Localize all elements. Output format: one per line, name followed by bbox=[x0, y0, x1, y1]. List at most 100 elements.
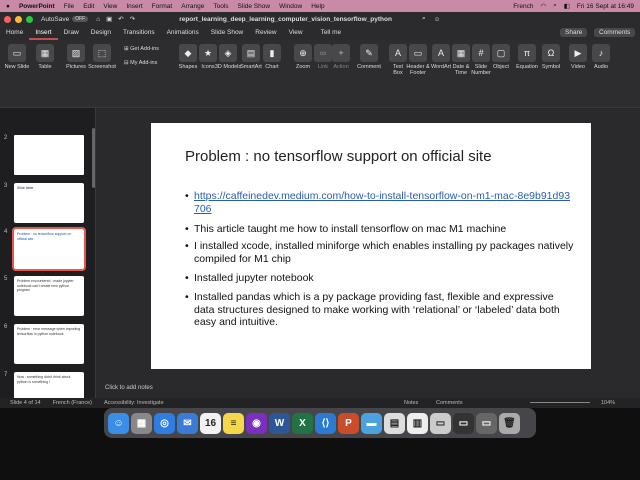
dock-folder-icon[interactable]: ▬ bbox=[361, 412, 382, 434]
slide-title[interactable]: Problem : no tensorflow support on offic… bbox=[185, 148, 492, 165]
dock-vscode-icon[interactable]: ⟨⟩ bbox=[315, 412, 336, 434]
menu-tools[interactable]: Tools bbox=[213, 3, 228, 10]
autosave-label: AutoSave bbox=[41, 15, 70, 23]
slide-thumbnail-6[interactable]: Problem : error message when importing t… bbox=[14, 324, 84, 364]
wifi-icon[interactable]: ◠ bbox=[540, 2, 546, 10]
slide-thumbnail-5[interactable]: Problem encountered : made jupyter noteb… bbox=[14, 276, 84, 316]
menu-edit[interactable]: Edit bbox=[83, 3, 94, 10]
search-icon-title[interactable]: ⌕ bbox=[422, 15, 426, 23]
comments-button[interactable]: Comments bbox=[594, 28, 636, 37]
bullet-installed-xcode[interactable]: • I installed xcode, installed miniforge … bbox=[185, 240, 575, 265]
zoom-slider[interactable] bbox=[530, 402, 590, 403]
home-icon[interactable]: ⌂ bbox=[96, 16, 100, 23]
dock-powerpoint-icon[interactable]: P bbox=[338, 412, 359, 434]
tab-insert[interactable]: Insert bbox=[29, 26, 58, 40]
bullet-pandas[interactable]: • Installed pandas which is a py package … bbox=[185, 291, 575, 329]
tab-slide-show[interactable]: Slide Show bbox=[205, 26, 250, 40]
symbol-icon: Ω bbox=[542, 44, 560, 62]
tab-home[interactable]: Home bbox=[0, 26, 29, 40]
tell-me-search[interactable]: Tell me bbox=[315, 26, 348, 40]
menu-view[interactable]: View bbox=[103, 3, 117, 10]
app-menu[interactable]: PowerPoint bbox=[19, 3, 55, 10]
menu-format[interactable]: Format bbox=[152, 3, 173, 10]
tab-animations[interactable]: Animations bbox=[161, 26, 205, 40]
bullet-article[interactable]: • This article taught me how to install t… bbox=[185, 223, 575, 236]
bullet-jupyter[interactable]: • Installed jupyter notebook bbox=[185, 272, 575, 285]
menu-slide-show[interactable]: Slide Show bbox=[238, 3, 271, 10]
dock-safari-icon[interactable]: ◎ bbox=[154, 412, 175, 434]
tab-review[interactable]: Review bbox=[249, 26, 282, 40]
redo-icon[interactable]: ↷ bbox=[130, 15, 135, 23]
minimize-icon[interactable] bbox=[15, 15, 22, 23]
menu-help[interactable]: Help bbox=[311, 3, 324, 10]
save-icon[interactable]: ▣ bbox=[106, 15, 112, 23]
search-icon[interactable]: ⌕ bbox=[553, 2, 557, 10]
share-button[interactable]: Share bbox=[560, 28, 588, 37]
menu-arrange[interactable]: Arrange bbox=[181, 3, 204, 10]
menu-insert[interactable]: Insert bbox=[126, 3, 142, 10]
get-addins-button[interactable]: ⊞ Get Add-ins bbox=[124, 46, 174, 52]
dock-preview-icon[interactable]: ▤ bbox=[384, 412, 405, 434]
slide-thumbnail-4-selected[interactable]: Problem : no tensorflow support on offic… bbox=[12, 227, 86, 271]
maximize-icon[interactable] bbox=[26, 15, 33, 23]
chart-icon: ▮ bbox=[263, 44, 281, 62]
dock-excel-icon[interactable]: X bbox=[292, 412, 313, 434]
language-indicator[interactable]: French bbox=[513, 3, 533, 10]
undo-icon[interactable]: ↶ bbox=[118, 15, 123, 23]
bullet-link[interactable]: • https://caffeinedev.medium.com/how-to-i… bbox=[185, 190, 575, 215]
comment-button[interactable]: ✎ Comment bbox=[354, 44, 384, 70]
table-button[interactable]: ▦ Table bbox=[30, 44, 60, 70]
comments-toggle[interactable]: Comments bbox=[436, 400, 463, 406]
chart-button[interactable]: ▮ Chart bbox=[257, 44, 287, 70]
zoom-level[interactable]: 104% bbox=[601, 400, 615, 406]
audio-button[interactable]: ♪ Audio bbox=[586, 44, 616, 70]
accessibility-status[interactable]: Accessibility: Investigate bbox=[104, 400, 164, 406]
object-icon: ▢ bbox=[492, 44, 510, 62]
notes-placeholder[interactable]: Click to add notes bbox=[96, 381, 640, 396]
dock-launchpad-icon[interactable]: ▦ bbox=[131, 412, 152, 434]
tab-view[interactable]: View bbox=[283, 26, 309, 40]
slide-counter: Slide 4 of 14 bbox=[10, 400, 41, 406]
my-addins-button[interactable]: ⊟ My Add-ins bbox=[124, 60, 174, 66]
dock-window3-icon[interactable]: ▭ bbox=[476, 412, 497, 434]
notes-toggle[interactable]: Notes bbox=[404, 400, 418, 406]
menu-window[interactable]: Window bbox=[279, 3, 302, 10]
slide-thumbnail-3[interactable]: Slide table bbox=[14, 183, 84, 223]
symbol-button[interactable]: Ω Symbol bbox=[536, 44, 566, 70]
tab-transitions[interactable]: Transitions bbox=[117, 26, 161, 40]
clock[interactable]: Fri 16 Sept at 16:49 bbox=[577, 3, 634, 10]
status-bar: Slide 4 of 14 French (France) Accessibil… bbox=[0, 398, 640, 408]
dock-calendar-icon[interactable]: 16 bbox=[200, 412, 221, 434]
dock-doc-icon[interactable]: ▥ bbox=[407, 412, 428, 434]
dock: ☺ ▦ ◎ ✉ 16 ≡ ◉ W X ⟨⟩ P ▬ ▤ ▥ ▭ ▭ ▭ 🗑 bbox=[104, 408, 536, 438]
thumbnail-scrollbar[interactable] bbox=[92, 128, 95, 188]
document-title: report_learning_deep_learning_computer_v… bbox=[179, 15, 392, 23]
action-button[interactable]: ✦ Action bbox=[326, 44, 356, 70]
language-status[interactable]: French (France) bbox=[53, 400, 92, 406]
screenshot-button[interactable]: ⬚ Screenshot bbox=[87, 44, 117, 70]
dock-word-icon[interactable]: W bbox=[269, 412, 290, 434]
dock-finder-icon[interactable]: ☺ bbox=[108, 412, 129, 434]
account-icon[interactable]: ☺ bbox=[434, 16, 441, 23]
video-icon: ▶ bbox=[569, 44, 587, 62]
close-icon[interactable] bbox=[4, 15, 11, 23]
dock-notes-icon[interactable]: ≡ bbox=[223, 412, 244, 434]
slide-thumbnails-pane[interactable]: 2 3 Slide table Why did we install tenso… bbox=[0, 108, 96, 398]
dock-window2-icon[interactable]: ▭ bbox=[453, 412, 474, 434]
tab-design[interactable]: Design bbox=[85, 26, 117, 40]
dock-github-icon[interactable]: ◉ bbox=[246, 412, 267, 434]
control-center-icon[interactable]: ◧ bbox=[564, 2, 570, 10]
slide-content[interactable]: Problem : no tensorflow support on offic… bbox=[151, 123, 591, 369]
dock-window1-icon[interactable]: ▭ bbox=[430, 412, 451, 434]
3d-icon: ◈ bbox=[219, 44, 237, 62]
tab-draw[interactable]: Draw bbox=[58, 26, 85, 40]
menu-file[interactable]: File bbox=[64, 3, 74, 10]
autosave-toggle[interactable]: OFF bbox=[72, 16, 89, 22]
slide-thumbnail-7[interactable]: Now : something didn't think about pytho… bbox=[14, 372, 84, 398]
pictures-icon: ▨ bbox=[67, 44, 85, 62]
comment-icon: ✎ bbox=[360, 44, 378, 62]
new-slide-button[interactable]: ▭ New Slide bbox=[2, 44, 32, 70]
dock-mail-icon[interactable]: ✉ bbox=[177, 412, 198, 434]
apple-icon[interactable]: ● bbox=[6, 3, 10, 10]
dock-trash-icon[interactable]: 🗑 bbox=[499, 412, 520, 434]
